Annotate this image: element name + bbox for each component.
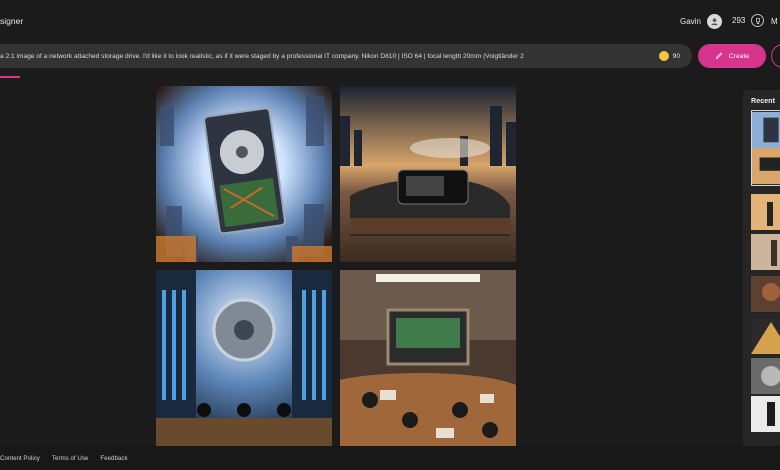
more-options-button[interactable] [771, 44, 780, 68]
footer-link-content-policy[interactable]: Content Policy [0, 455, 40, 462]
coin-icon: ⚡ [658, 51, 669, 61]
recent-title: Recent [751, 96, 775, 105]
create-label: Create [728, 52, 750, 60]
active-tab-indicator [0, 76, 20, 78]
image-grid [156, 86, 516, 446]
brand-title[interactable]: signer [0, 16, 23, 26]
boost-counter[interactable]: ⚡ 90 [651, 51, 692, 61]
prompt-bar[interactable]: a 2:1 image of a network attached storag… [0, 44, 692, 68]
generated-image-3[interactable] [156, 270, 332, 446]
generated-image-1[interactable] [156, 86, 332, 262]
user-profile[interactable]: Gavin [680, 14, 722, 29]
recent-thumb-4[interactable] [751, 276, 780, 312]
points-value: 293 [732, 16, 746, 25]
recent-thumb-6[interactable] [751, 358, 780, 394]
user-name[interactable]: Gavin [680, 17, 701, 26]
recent-panel: Recent [743, 90, 780, 450]
footer-link-terms[interactable]: Terms of Use [52, 455, 88, 462]
create-icon [715, 51, 723, 61]
points-counter[interactable]: 293 [732, 14, 765, 27]
create-button[interactable]: Create [698, 44, 766, 68]
footer-link-feedback[interactable]: Feedback [100, 455, 127, 462]
trophy-icon[interactable] [751, 14, 765, 27]
recent-thumb-3[interactable] [751, 234, 780, 270]
recent-thumb-5[interactable] [751, 318, 780, 354]
generated-image-2[interactable] [340, 86, 516, 262]
user-icon[interactable] [706, 14, 722, 29]
recent-thumb-current[interactable] [751, 110, 780, 186]
footer: Content Policy Terms of Use Feedback [0, 446, 780, 470]
menu-initial[interactable]: M [771, 17, 778, 26]
recent-thumb-7[interactable] [751, 396, 780, 432]
recent-thumb-2[interactable] [751, 194, 780, 230]
generated-image-4[interactable] [340, 270, 516, 446]
prompt-input[interactable]: a 2:1 image of a network attached storag… [0, 53, 651, 60]
boost-value: 90 [672, 52, 680, 60]
